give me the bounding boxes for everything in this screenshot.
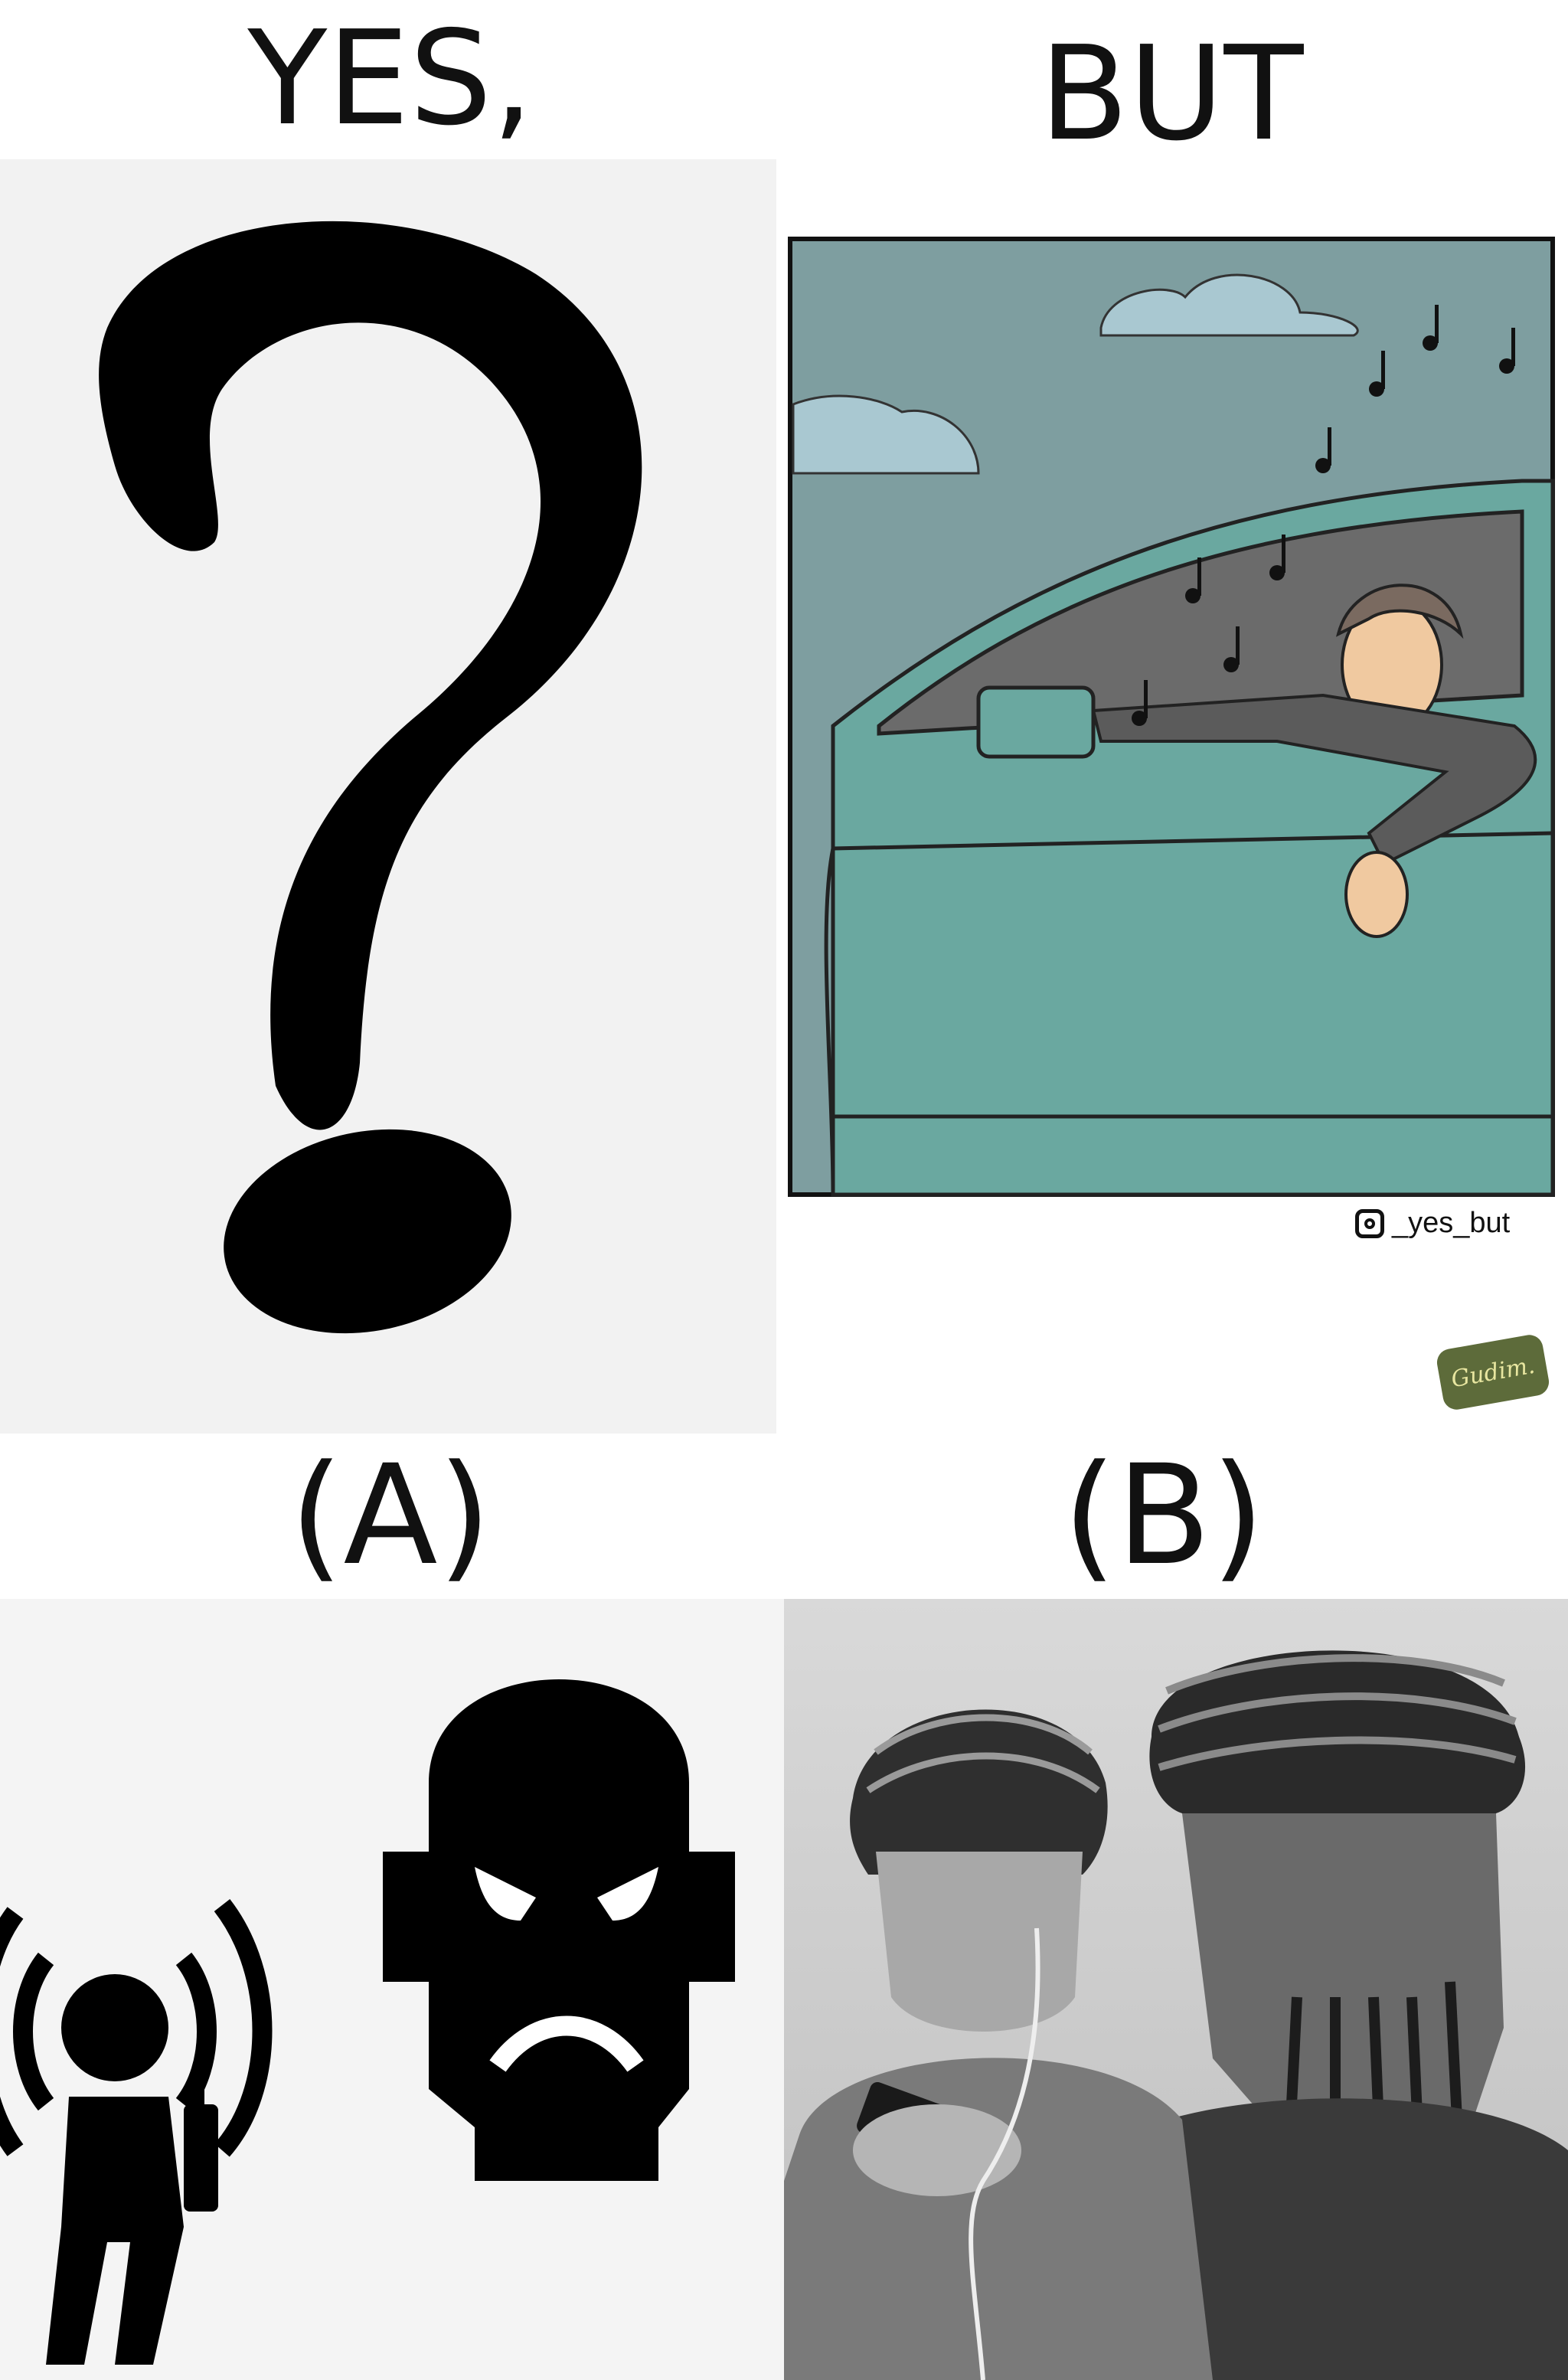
label-a: (A)	[289, 1436, 492, 1596]
broadcasting-person-icon	[46, 1974, 218, 2365]
driver-cartoon-panel	[787, 236, 1556, 1198]
side-mirror	[976, 685, 1096, 759]
instagram-credit: _yes_but	[1355, 1207, 1510, 1240]
boy-figure	[784, 1709, 1213, 2380]
question-mark-panel	[0, 159, 776, 1434]
icons-panel	[0, 1599, 784, 2380]
credit-handle: _yes_but	[1392, 1207, 1511, 1239]
gudim-signature: Gudim.	[1435, 1332, 1551, 1412]
label-b: (B)	[1063, 1436, 1265, 1596]
but-heading: BUT	[1039, 18, 1304, 170]
yes-heading: YES,	[247, 3, 534, 155]
instagram-icon	[1355, 1208, 1384, 1238]
angry-face-icon	[383, 1679, 735, 2181]
boy-and-man-panel	[784, 1599, 1568, 2380]
question-mark-icon	[99, 221, 642, 1334]
